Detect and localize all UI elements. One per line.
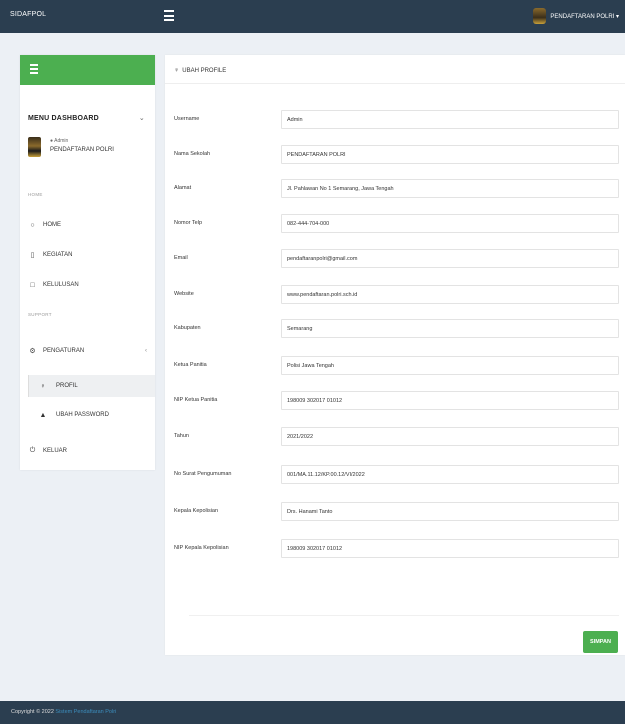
circle-icon: ○ — [30, 221, 35, 229]
power-icon: ⏻ — [29, 447, 36, 454]
footer: Copyright © 2022 Sistem Pendaftaran Polr… — [0, 701, 625, 724]
page-title-text: UBAH PROFILE — [182, 67, 227, 74]
form-input[interactable] — [281, 249, 619, 268]
footer-link[interactable]: Sistem Pendaftaran Polri — [55, 709, 116, 715]
form-label: Alamat — [174, 185, 192, 191]
form-input[interactable] — [281, 319, 619, 338]
chevron-down-icon: ⌄ — [138, 115, 145, 122]
sidebar-profile: ● Admin PENDAFTARAN POLRI — [28, 137, 148, 163]
footer-copyright: Copyright © 2022 — [11, 709, 54, 715]
form-label: NIP Kepala Kepolisian — [174, 545, 229, 551]
form-label: Username — [174, 116, 200, 122]
form-input[interactable] — [281, 179, 619, 198]
page-title: ♀ UBAH PROFILE — [174, 67, 226, 74]
sidebar-item-label: PENGATURAN — [43, 348, 85, 354]
sidebar-item-kegiatan[interactable]: ▯ KEGIATAN — [28, 245, 147, 265]
divider — [189, 615, 619, 616]
sidebar-toggle-icon[interactable] — [164, 10, 174, 21]
form-input[interactable] — [281, 356, 619, 375]
form-label: Kabupaten — [174, 325, 201, 331]
form-label: Website — [174, 291, 194, 297]
form-input[interactable] — [281, 214, 619, 233]
menu-dashboard-toggle[interactable]: MENU DASHBOARD ⌄ — [28, 111, 145, 125]
user-avatar — [533, 8, 547, 24]
sidebar-header — [20, 55, 155, 85]
form-input[interactable] — [281, 539, 619, 558]
save-button[interactable]: SIMPAN — [583, 631, 618, 653]
sidebar-item-label: KELULUSAN — [43, 282, 79, 288]
app-brand[interactable]: SIDAFPOL — [10, 11, 46, 18]
profile-avatar — [28, 137, 41, 157]
user-icon: ♀ — [40, 382, 46, 390]
sidebar-subitem-label: UBAH PASSWORD — [56, 412, 109, 418]
lock-icon: ▲ — [39, 411, 47, 419]
user-menu[interactable]: PENDAFTARAN POLRI ▾ — [533, 6, 619, 26]
sidebar-item-home[interactable]: ○ HOME — [28, 215, 147, 235]
section-label-support: SUPPORT — [28, 312, 52, 317]
form-label: Nomor Telp — [174, 220, 203, 226]
sidebar: MENU DASHBOARD ⌄ ● Admin PENDAFTARAN POL… — [20, 55, 155, 470]
square-icon: □ — [30, 281, 35, 289]
form-input[interactable] — [281, 110, 619, 129]
menu-dashboard-label: MENU DASHBOARD — [28, 114, 99, 122]
sidebar-item-label: KEGIATAN — [43, 252, 73, 258]
menu-icon[interactable] — [30, 64, 38, 74]
main-panel: ♀ UBAH PROFILE Username Nama Sekolah Alama… — [165, 55, 625, 655]
form-label: Nama Sekolah — [174, 151, 211, 157]
form-label: Ketua Panitia — [174, 362, 207, 368]
form-label: Email — [174, 255, 188, 261]
section-label-home: HOME — [28, 192, 43, 197]
form-label: NIP Ketua Panitia — [174, 397, 218, 403]
form-input[interactable] — [281, 145, 619, 164]
user-icon: ♀ — [174, 67, 180, 74]
divider — [165, 83, 625, 84]
user-name: PENDAFTARAN POLRI ▾ — [550, 13, 619, 20]
sidebar-subitem-ubah-password[interactable]: ▲ UBAH PASSWORD — [39, 405, 147, 425]
top-navbar: SIDAFPOL PENDAFTARAN POLRI ▾ — [0, 0, 625, 33]
file-icon: ▯ — [30, 252, 35, 259]
form-input[interactable] — [281, 391, 619, 410]
sidebar-item-keluar[interactable]: ⏻ KELUAR — [28, 441, 147, 461]
form-label: No Surat Pengumuman — [174, 471, 232, 477]
sidebar-item-pengaturan[interactable]: ⚙ PENGATURAN ‹ — [28, 341, 147, 361]
form-input[interactable] — [281, 502, 619, 521]
chevron-left-icon: ‹ — [145, 348, 147, 354]
sidebar-item-label: KELUAR — [43, 448, 68, 454]
profile-role: ● Admin — [50, 138, 69, 144]
sidebar-subitem-profil[interactable]: ♀ PROFIL — [39, 376, 147, 396]
form-input[interactable] — [281, 465, 619, 484]
footer-text: Copyright © 2022 Sistem Pendaftaran Polr… — [11, 709, 116, 715]
form-label: Tahun — [174, 433, 189, 439]
sidebar-item-label: HOME — [43, 222, 61, 228]
form-label: Kepala Kepolisian — [174, 508, 219, 514]
sidebar-subitem-label: PROFIL — [56, 383, 78, 389]
sidebar-item-kelulusan[interactable]: □ KELULUSAN — [28, 275, 147, 295]
form-input[interactable] — [281, 285, 619, 304]
profile-name: PENDAFTARAN POLRI — [50, 147, 114, 153]
gear-icon: ⚙ — [29, 348, 36, 355]
form-input[interactable] — [281, 427, 619, 446]
